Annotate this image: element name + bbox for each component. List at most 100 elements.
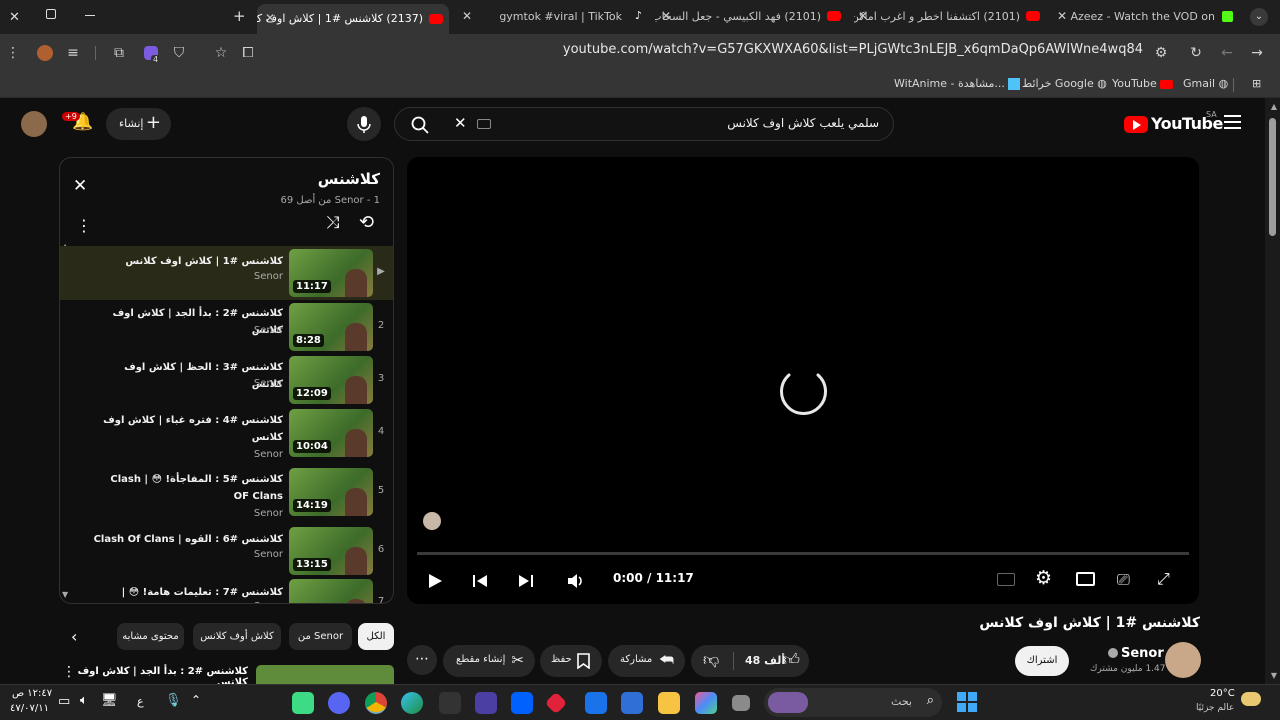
play-icon[interactable] bbox=[426, 572, 444, 590]
tab-video-3[interactable]: ✕ (2101) اكتشفنا اخطر و اغرب اماكن bbox=[854, 6, 1046, 30]
playlist-item[interactable]: 6 13:15 كلاشنس #6 : القوه | Clash Of Clans… bbox=[60, 524, 393, 578]
pip-icon[interactable]: ⧠ bbox=[239, 44, 257, 62]
account-avatar[interactable] bbox=[21, 111, 47, 137]
discord-icon[interactable] bbox=[328, 692, 350, 714]
app-icon-9[interactable] bbox=[585, 692, 607, 714]
save-button[interactable]: حفظ bbox=[540, 645, 602, 677]
battery-icon[interactable]: ▭ bbox=[58, 694, 70, 709]
playlist-item[interactable]: ▶ 11:17 كلاشنس #1 | كلاش اوف كلانس Senor bbox=[60, 246, 393, 300]
theater-mode-icon[interactable] bbox=[1076, 572, 1095, 586]
tab-video-2[interactable]: ✕ (2101) فهد الكبيسي - جعل السحاب bbox=[655, 6, 847, 30]
like-icon[interactable]: 👍︎ bbox=[783, 650, 800, 670]
task-view-icon[interactable] bbox=[732, 695, 750, 711]
page-scrollbar[interactable]: ▲ ▼ bbox=[1265, 98, 1280, 684]
copilot-icon[interactable] bbox=[695, 692, 717, 714]
clock-date[interactable]: ٤٧/٠٧/١١ bbox=[10, 703, 49, 714]
playlist-item[interactable]: 5 14:19 كلاشنس #5 : المفاجأة! 😳 | Clash OF… bbox=[60, 465, 393, 519]
tab-close-icon[interactable]: ✕ bbox=[462, 9, 472, 23]
reload-icon[interactable]: ↻ bbox=[1187, 44, 1205, 62]
next-icon[interactable] bbox=[517, 572, 535, 590]
tray-overflow-icon[interactable]: ⌃ bbox=[191, 693, 201, 707]
previous-icon[interactable] bbox=[471, 572, 489, 590]
keyboard-icon[interactable] bbox=[477, 119, 491, 129]
create-button[interactable]: إنشاء + bbox=[106, 108, 171, 140]
tab-tiktok[interactable]: ✕ gymtok #viral | TikTok ♪ bbox=[456, 6, 648, 30]
mic-tray-icon[interactable]: 🎙︎ bbox=[165, 693, 182, 708]
playlist-item[interactable]: 7كلاشنس #7 : تعليمات هامة! 😳 | Clash of … bbox=[60, 576, 393, 603]
channel-watermark[interactable] bbox=[423, 512, 441, 530]
edge-icon[interactable] bbox=[401, 692, 423, 714]
share-button[interactable]: مشاركة ⮪ bbox=[608, 645, 685, 677]
clock-time[interactable]: ١٢:٤٧ ص bbox=[12, 688, 52, 699]
tab-close-icon[interactable]: ✕ bbox=[1057, 9, 1067, 23]
network-icon[interactable]: 🖥︎ bbox=[101, 693, 118, 708]
chrome-icon[interactable] bbox=[365, 692, 387, 714]
weather-desc[interactable]: عالم جزئيًا bbox=[1196, 703, 1234, 713]
cast-icon[interactable]: ⎚ bbox=[1117, 570, 1130, 590]
epic-games-icon[interactable] bbox=[439, 692, 461, 714]
forward-icon[interactable]: → bbox=[1248, 44, 1266, 62]
weather-temp[interactable]: 20°C bbox=[1210, 688, 1235, 699]
channel-name[interactable]: Senor bbox=[1121, 646, 1164, 661]
store-icon[interactable] bbox=[621, 692, 643, 714]
hamburger-menu-icon[interactable] bbox=[1224, 115, 1241, 129]
shield-icon[interactable]: ⛉ bbox=[170, 44, 188, 62]
address-bar[interactable]: youtube.com/watch?v=G57GKXWXA60&list=PLj… bbox=[563, 42, 1143, 57]
file-explorer-icon[interactable] bbox=[658, 692, 680, 714]
loop-icon[interactable]: ⟲ bbox=[359, 212, 374, 233]
likes-count[interactable]: 48 ألف bbox=[745, 654, 785, 667]
volume-icon[interactable] bbox=[565, 571, 585, 591]
filter-chip[interactable]: كلاش أوف كلانس bbox=[193, 623, 281, 650]
bookmark-maps[interactable]: خرائط Google ◍ bbox=[1022, 77, 1107, 90]
tab-search-icon[interactable]: ⌄ bbox=[1250, 8, 1268, 26]
scroll-thumb[interactable] bbox=[1269, 118, 1276, 236]
chips-next-icon[interactable]: ‹ bbox=[71, 627, 77, 646]
taskbar-search[interactable]: بحث ⌕ bbox=[764, 688, 942, 717]
more-actions-button[interactable]: ⋯ bbox=[407, 645, 437, 675]
subscribe-button[interactable]: اشتراك bbox=[1015, 646, 1069, 676]
menu-dots-icon[interactable]: ⋮ bbox=[4, 44, 22, 62]
filter-chip[interactable]: الكل bbox=[358, 623, 394, 650]
playlist-menu-icon[interactable]: ⋮ bbox=[76, 216, 92, 235]
progress-bar[interactable] bbox=[417, 552, 1189, 555]
clip-button[interactable]: إنشاء مقطع ✂ bbox=[443, 645, 535, 677]
minimize-icon[interactable] bbox=[85, 15, 95, 16]
app-icon-1[interactable] bbox=[292, 692, 314, 714]
clear-search-icon[interactable]: ✕ bbox=[454, 114, 467, 132]
scroll-up-icon[interactable]: ▲ bbox=[1271, 102, 1277, 111]
bookmark-star-icon[interactable]: ☆ bbox=[212, 44, 230, 62]
fullscreen-icon[interactable]: ⤢ bbox=[1157, 569, 1170, 589]
playlist-item[interactable]: 4 10:04 كلاشنس #4 : فتره غباء | كلاش اوف ك… bbox=[60, 406, 393, 460]
app-icon-6[interactable] bbox=[475, 692, 497, 714]
apps-grid-icon[interactable]: ⊞ bbox=[1252, 77, 1261, 90]
next-video-peek[interactable]: ⋮ كلاشنس #2 : بدأ الجد | كلاش اوف كلانس bbox=[59, 662, 394, 684]
language-indicator[interactable]: ع bbox=[137, 695, 144, 708]
playlist-item[interactable]: 3 12:09 كلاشنس #3 : الحظ | كلاش اوف كلانس S… bbox=[60, 353, 393, 407]
speaker-icon[interactable]: 🔈︎ bbox=[80, 693, 88, 708]
media-control-icon[interactable]: ≡ bbox=[64, 44, 82, 62]
site-settings-icon[interactable]: ⚙ bbox=[1152, 44, 1170, 62]
shuffle-icon[interactable]: ⤨ bbox=[326, 213, 340, 233]
bookmark-witanime[interactable]: WitAnime - مشاهدة... bbox=[894, 77, 1021, 90]
close-window-icon[interactable]: ✕ bbox=[9, 10, 20, 25]
filter-chip[interactable]: محتوى مشابه bbox=[117, 623, 184, 650]
close-playlist-icon[interactable]: ✕ bbox=[73, 176, 87, 196]
video-player[interactable]: 0:00 / 11:17 ⚙ ⎚ ⤢ bbox=[407, 157, 1199, 604]
search-input[interactable]: ✕ سلمي يلعب كلاش اوف كلانس bbox=[394, 107, 894, 141]
channel-avatar[interactable] bbox=[1165, 642, 1201, 678]
bookmark-gmail[interactable]: Gmail ◍ bbox=[1183, 77, 1228, 90]
extensions-icon[interactable]: ⧉ bbox=[110, 44, 128, 62]
tab-kick[interactable]: ✕ Azeez - Watch the VOD on bbox=[1053, 6, 1239, 30]
settings-gear-icon[interactable]: ⚙ bbox=[1035, 567, 1052, 589]
search-icon[interactable] bbox=[411, 116, 429, 134]
new-tab-icon[interactable]: + bbox=[233, 7, 246, 25]
dropbox-icon[interactable] bbox=[511, 692, 533, 714]
dislike-button[interactable]: 👎︎ bbox=[703, 650, 719, 670]
playlist-item[interactable]: 2 8:28 كلاشنس #2 : بدأ الجد | كلاش اوف كلا… bbox=[60, 300, 393, 354]
profile-avatar-icon[interactable] bbox=[36, 44, 54, 62]
voice-search-button[interactable] bbox=[347, 107, 381, 141]
windows-start-icon[interactable] bbox=[957, 692, 977, 712]
weather-cloud-icon[interactable] bbox=[1241, 692, 1261, 706]
tab-active[interactable]: ✕ (2137) كلاشنس #1 | كلاش اوف كلانس bbox=[257, 4, 449, 34]
playlist-title[interactable]: كلاشنس bbox=[318, 170, 380, 188]
